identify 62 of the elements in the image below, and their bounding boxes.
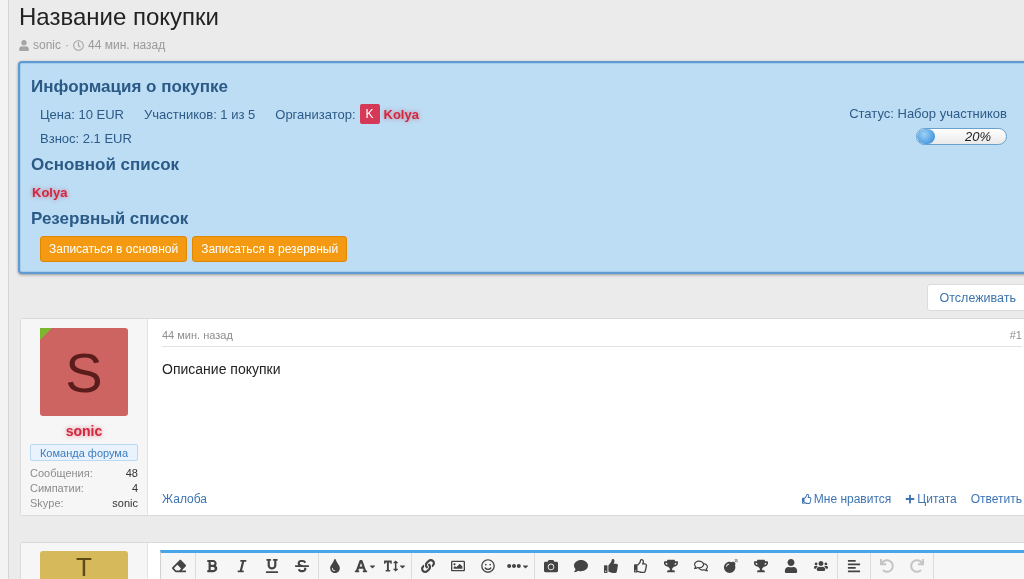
underline-icon — [265, 559, 279, 573]
bomb-icon — [724, 559, 738, 573]
letter-avatar: T — [40, 551, 128, 579]
stat-label: Skype: — [30, 496, 64, 511]
post-number-link[interactable]: #1 — [1009, 328, 1022, 342]
quote-link[interactable]: Цитата — [905, 491, 957, 507]
letter-avatar: S — [40, 328, 128, 416]
strikethrough-icon — [295, 559, 309, 573]
camera-icon — [544, 559, 558, 573]
link-icon — [421, 559, 435, 573]
stat-value: 48 — [125, 466, 138, 481]
thumbs-up-icon — [604, 559, 618, 573]
font-icon — [354, 559, 368, 573]
stat-label: Симпатии: — [30, 481, 84, 496]
stat-value: 4 — [131, 481, 138, 496]
align-left-icon — [847, 559, 861, 573]
username-link[interactable]: Kolya — [32, 184, 68, 200]
bold-icon — [205, 559, 219, 573]
text-height-icon — [384, 559, 398, 573]
letter-avatar: K — [359, 104, 380, 124]
info-text: Взнос: 2.1 EUR — [40, 130, 132, 146]
follow-button[interactable]: Отслеживать — [926, 284, 1024, 311]
status-text: Статус: Набор участников — [849, 105, 1007, 123]
report-link[interactable]: Жалоба — [162, 491, 207, 507]
droplet-icon — [328, 559, 342, 573]
section-heading: Резервный список — [31, 208, 189, 230]
users-icon — [814, 559, 828, 573]
user-title-banner: Команда форума — [30, 444, 138, 461]
username-link[interactable]: Kolya — [383, 106, 419, 122]
eraser-icon — [172, 559, 186, 573]
author-link[interactable]: sonic — [33, 38, 61, 52]
info-text: Участников: 1 из 5 — [144, 106, 256, 122]
reply-link[interactable]: Ответить — [970, 491, 1022, 507]
stat-value: sonic — [112, 496, 138, 511]
username-link[interactable]: sonic — [65, 423, 103, 439]
plus-icon — [905, 494, 916, 504]
trophy-icon — [664, 559, 678, 573]
undo-icon — [880, 559, 894, 573]
user-icon — [19, 39, 29, 51]
italic-icon — [235, 559, 249, 573]
speech-bubble-icon — [574, 559, 588, 573]
section-heading: Основной список — [31, 154, 180, 176]
page-title: Название покупки — [19, 3, 219, 31]
thumbs-up-outline-icon — [801, 494, 812, 504]
stat-label: Сообщения: — [30, 466, 93, 481]
info-text: Цена: 10 EUR — [40, 106, 124, 122]
user-icon — [784, 559, 798, 573]
info-label: Организатор: — [275, 106, 356, 122]
redo-icon — [910, 559, 924, 573]
separator-text: · — [65, 38, 69, 52]
clock-icon — [73, 39, 84, 51]
like-link[interactable]: Мне нравится — [801, 491, 892, 507]
smiley-icon — [481, 559, 495, 573]
thumbs-up-outline-icon — [634, 559, 648, 573]
post-body: Описание покупки — [162, 360, 281, 378]
speech-bubbles-icon — [694, 559, 708, 573]
post-time: 44 мин. назад — [162, 328, 233, 342]
trophy-icon — [754, 559, 768, 573]
image-icon — [451, 559, 465, 573]
post-time: 44 мин. назад — [88, 38, 166, 52]
progress-reading: 20% — [964, 129, 991, 144]
section-heading: Информация о покупке — [31, 76, 228, 98]
